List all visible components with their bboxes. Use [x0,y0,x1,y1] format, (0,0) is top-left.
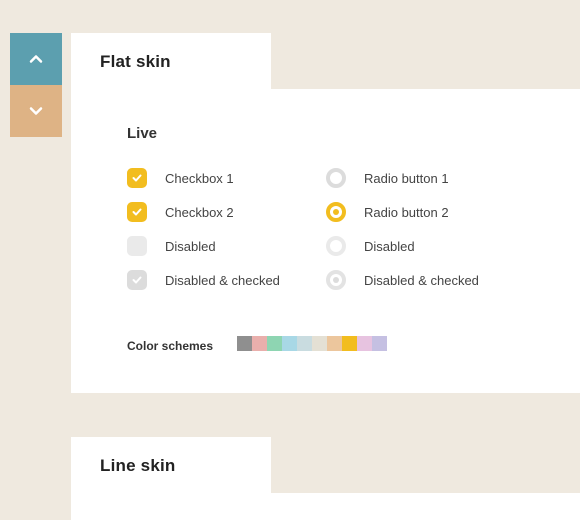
checkbox-label: Checkbox 2 [165,205,234,220]
color-swatch-4[interactable] [297,336,312,351]
radio-2[interactable] [326,202,346,222]
checkbox-disabled-checked [127,270,147,290]
color-swatch-3[interactable] [282,336,297,351]
checkbox-label: Disabled & checked [165,273,280,288]
radio-row: Disabled & checked [326,268,525,292]
nav-down-button[interactable] [10,85,62,137]
radio-label: Radio button 2 [364,205,449,220]
checkbox-label: Disabled [165,239,216,254]
color-swatch-5[interactable] [312,336,327,351]
checkbox-row: Checkbox 2 [127,200,326,224]
check-icon [131,206,143,218]
flat-skin-panel: Live Checkbox 1 Checkbox 2 [71,89,580,393]
checkbox-row: Disabled [127,234,326,258]
radio-1[interactable] [326,168,346,188]
checkbox-1[interactable] [127,168,147,188]
color-swatch-7[interactable] [342,336,357,351]
radio-row: Disabled [326,234,525,258]
radio-row: Radio button 2 [326,200,525,224]
flat-skin-tab[interactable]: Flat skin [71,33,271,89]
checkbox-label: Checkbox 1 [165,171,234,186]
color-schemes-swatches [237,336,387,356]
chevron-up-icon [26,49,46,69]
checkbox-disabled [127,236,147,256]
line-skin-tab[interactable]: Line skin [71,437,271,493]
radio-row: Radio button 1 [326,166,525,190]
radio-label: Disabled & checked [364,273,479,288]
check-icon [131,274,143,286]
checkbox-row: Checkbox 1 [127,166,326,190]
color-swatch-1[interactable] [252,336,267,351]
checkbox-column: Checkbox 1 Checkbox 2 Disabled [127,166,326,302]
chevron-down-icon [26,101,46,121]
color-swatch-8[interactable] [357,336,372,351]
color-swatch-9[interactable] [372,336,387,351]
flat-skin-title: Flat skin [100,52,242,72]
radio-disabled-checked [326,270,346,290]
checkbox-row: Disabled & checked [127,268,326,292]
color-swatch-6[interactable] [327,336,342,351]
live-section-title: Live [127,125,525,142]
radio-column: Radio button 1 Radio button 2 Disabled D… [326,166,525,302]
radio-label: Radio button 1 [364,171,449,186]
color-schemes-label: Color schemes [127,339,213,353]
color-swatch-2[interactable] [267,336,282,351]
line-skin-panel [71,493,580,520]
radio-label: Disabled [364,239,415,254]
nav-up-button[interactable] [10,33,62,85]
color-schemes-row: Color schemes [127,336,525,356]
radio-disabled [326,236,346,256]
check-icon [131,172,143,184]
line-skin-title: Line skin [100,456,242,476]
checkbox-2[interactable] [127,202,147,222]
color-swatch-0[interactable] [237,336,252,351]
